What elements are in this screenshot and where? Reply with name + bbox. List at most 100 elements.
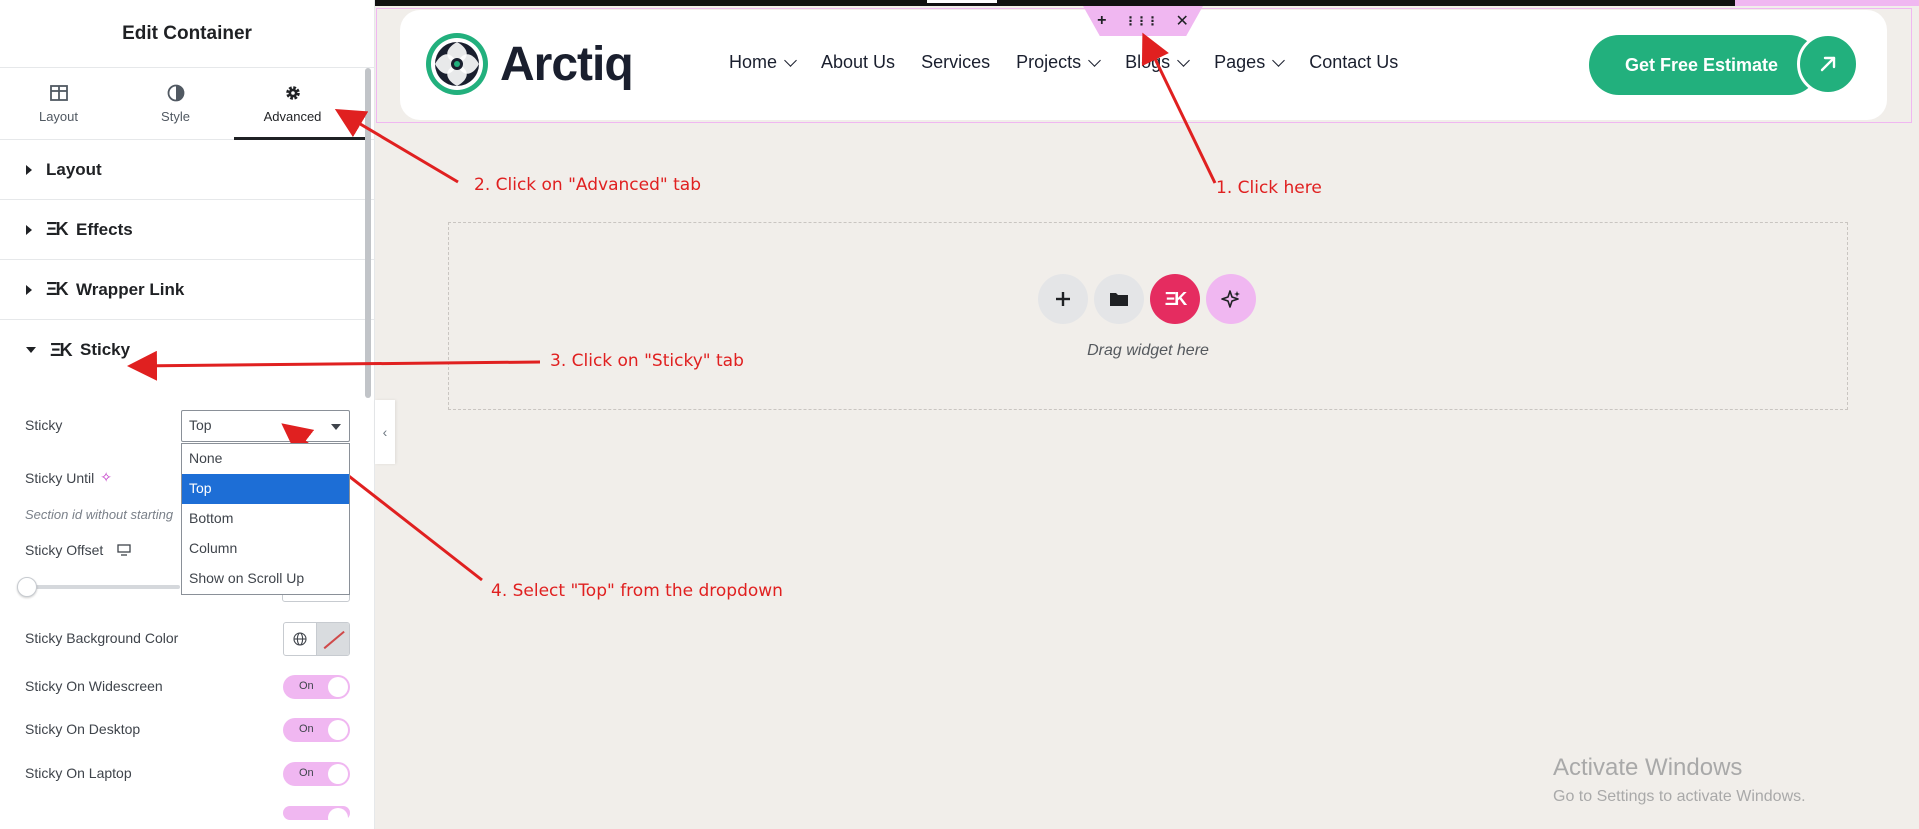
nav-projects[interactable]: Projects — [1016, 52, 1101, 73]
panel-scrollbar[interactable] — [365, 68, 371, 398]
caret-right-icon — [26, 224, 32, 235]
top-strip — [375, 0, 1919, 6]
gear-icon — [285, 86, 300, 100]
section-wrapper-link-label: Wrapper Link — [76, 279, 185, 299]
caret-right-icon — [26, 164, 32, 175]
elementor-kit-icon: ΞK — [1164, 288, 1188, 309]
close-icon[interactable]: ✕ — [1175, 11, 1188, 31]
elementor-pro-icon: ΞK — [46, 219, 69, 239]
sticky-offset-slider[interactable] — [17, 577, 180, 597]
main-nav: Home About Us Services Projects Blogs Pa… — [729, 52, 1424, 73]
tab-advanced[interactable]: Advanced — [234, 68, 371, 140]
toggle-state: On — [299, 723, 314, 735]
nav-label: Projects — [1016, 52, 1082, 72]
sticky-until-row: Sticky Until ✧ — [25, 469, 112, 486]
add-section-button[interactable] — [1038, 274, 1088, 324]
section-sticky-label: Sticky — [80, 340, 131, 359]
templates-button[interactable] — [1094, 274, 1144, 324]
sticky-dropdown: None Top Bottom Column Show on Scroll Up — [181, 443, 350, 595]
get-free-estimate-button[interactable]: Get Free Estimate — [1589, 35, 1819, 95]
nav-label: Home — [729, 52, 778, 72]
panel-title: Edit Container — [0, 0, 374, 68]
chevron-down-icon — [784, 53, 797, 67]
arctiq-logo-icon — [426, 33, 488, 95]
drag-grip-icon[interactable]: ⋮⋮⋮ — [1124, 14, 1158, 28]
chevron-down-icon — [1177, 53, 1191, 67]
annotation-step3: 3. Click on "Sticky" tab — [550, 351, 744, 371]
ai-button[interactable] — [1206, 274, 1256, 324]
ai-sparkle-icon[interactable]: ✧ — [100, 469, 112, 486]
windows-watermark: Activate Windows Go to Settings to activ… — [1553, 754, 1806, 806]
sticky-select[interactable]: Top — [181, 410, 350, 442]
sticky-laptop-label: Sticky On Laptop — [25, 765, 132, 781]
section-layout[interactable]: Layout — [0, 140, 374, 200]
sticky-laptop-toggle[interactable]: On — [283, 762, 350, 786]
elementor-pro-icon: ΞK — [50, 339, 73, 360]
section-effects-label: Effects — [76, 219, 133, 239]
sticky-offset-row: Sticky Offset — [25, 542, 131, 558]
ai-sparkle-icon — [1221, 290, 1240, 308]
dropdown-arrow-icon — [331, 424, 341, 430]
nav-label: Contact Us — [1309, 52, 1399, 72]
globe-icon[interactable] — [284, 623, 317, 655]
option-top[interactable]: Top — [182, 474, 349, 504]
sticky-bg-color-picker[interactable] — [283, 622, 350, 656]
nav-services[interactable]: Services — [921, 52, 990, 73]
desktop-icon[interactable] — [117, 544, 131, 556]
plus-icon[interactable]: + — [1097, 12, 1106, 30]
watermark-title: Activate Windows — [1553, 754, 1743, 781]
cta-label: Get Free Estimate — [1625, 54, 1779, 75]
elementor-pro-icon: ΞK — [46, 279, 69, 299]
sticky-offset-label: Sticky Offset — [25, 542, 104, 558]
nav-label: About Us — [821, 52, 896, 72]
nav-pages[interactable]: Pages — [1214, 52, 1286, 73]
slider-thumb[interactable] — [17, 577, 37, 597]
nav-label: Blogs — [1125, 52, 1171, 72]
folder-icon — [1110, 293, 1128, 306]
tab-style[interactable]: Style — [117, 68, 234, 139]
half-circle-icon — [167, 84, 184, 102]
annotation-step1: 1. Click here — [1216, 178, 1322, 198]
nav-contact-us[interactable]: Contact Us — [1309, 52, 1398, 73]
elementor-kit-button[interactable]: ΞK — [1150, 274, 1200, 324]
section-wrapper-link[interactable]: ΞK Wrapper Link — [0, 260, 374, 320]
next-toggle-partial[interactable] — [283, 806, 350, 828]
nav-home[interactable]: Home — [729, 52, 797, 73]
section-sticky[interactable]: ΞK Sticky — [0, 320, 374, 380]
container-handle[interactable]: + ⋮⋮⋮ ✕ — [1083, 6, 1203, 36]
sticky-desktop-toggle[interactable]: On — [283, 718, 350, 742]
plus-icon — [1056, 292, 1070, 306]
caret-down-icon — [26, 347, 36, 353]
option-bottom[interactable]: Bottom — [182, 504, 349, 534]
annotation-step4: 4. Select "Top" from the dropdown — [491, 581, 783, 601]
sticky-widescreen-label: Sticky On Widescreen — [25, 678, 163, 694]
nav-label: Services — [921, 52, 991, 72]
chevron-down-icon — [1088, 53, 1101, 67]
option-column[interactable]: Column — [182, 534, 349, 564]
arrow-up-right-icon[interactable] — [1797, 33, 1859, 95]
sticky-select-value: Top — [189, 417, 212, 433]
logo-text: Arctiq — [500, 37, 634, 91]
annotation-step2: 2. Click on "Advanced" tab — [474, 175, 702, 195]
editor-panel: Edit Container Layout Style Advanced Lay… — [0, 0, 375, 829]
watermark-subtitle: Go to Settings to activate Windows. — [1553, 788, 1806, 805]
color-swatch[interactable] — [317, 623, 349, 655]
dropzone-text: Drag widget here — [1087, 342, 1209, 359]
tab-advanced-label: Advanced — [263, 109, 322, 124]
tab-layout[interactable]: Layout — [0, 68, 117, 139]
section-effects[interactable]: ΞK Effects — [0, 200, 374, 260]
section-layout-label: Layout — [46, 159, 102, 179]
nav-blogs[interactable]: Blogs — [1125, 52, 1191, 73]
nav-about-us[interactable]: About Us — [821, 52, 895, 73]
sticky-desktop-label: Sticky On Desktop — [25, 721, 141, 737]
tab-style-label: Style — [161, 109, 190, 124]
collapse-panel-button[interactable]: ‹ — [375, 400, 395, 464]
sticky-widescreen-toggle[interactable]: On — [283, 675, 350, 699]
option-show-on-scroll-up[interactable]: Show on Scroll Up — [182, 564, 349, 594]
panel-tabs: Layout Style Advanced — [0, 68, 374, 140]
site-logo[interactable]: Arctiq — [424, 31, 634, 97]
option-none[interactable]: None — [182, 444, 349, 474]
section-id-hint: Section id without starting — [25, 507, 174, 522]
toggle-state: On — [299, 680, 314, 692]
sticky-until-label: Sticky Until — [25, 469, 95, 486]
